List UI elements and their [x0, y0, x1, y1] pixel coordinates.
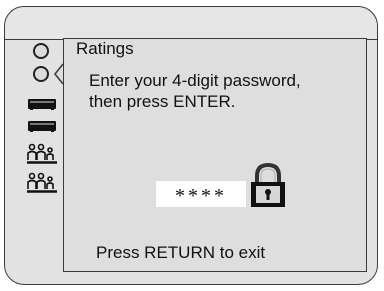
- vcr-icon[interactable]: [27, 119, 57, 133]
- circle-icon[interactable]: [32, 42, 50, 60]
- password-prompt: Enter your 4-digit password, then press …: [89, 70, 361, 112]
- password-field[interactable]: ****: [156, 181, 246, 207]
- prompt-line-2: then press ENTER.: [89, 92, 236, 111]
- family-icon[interactable]: [26, 143, 58, 165]
- vcr-icon[interactable]: [27, 97, 57, 111]
- frame-titlebar: [5, 7, 377, 40]
- family-icon[interactable]: [26, 172, 58, 194]
- dialog-title: Ratings: [76, 39, 134, 58]
- footer-hint: Press RETURN to exit: [96, 243, 266, 262]
- prompt-line-1: Enter your 4-digit password,: [89, 71, 301, 90]
- lock-icon: [251, 163, 285, 207]
